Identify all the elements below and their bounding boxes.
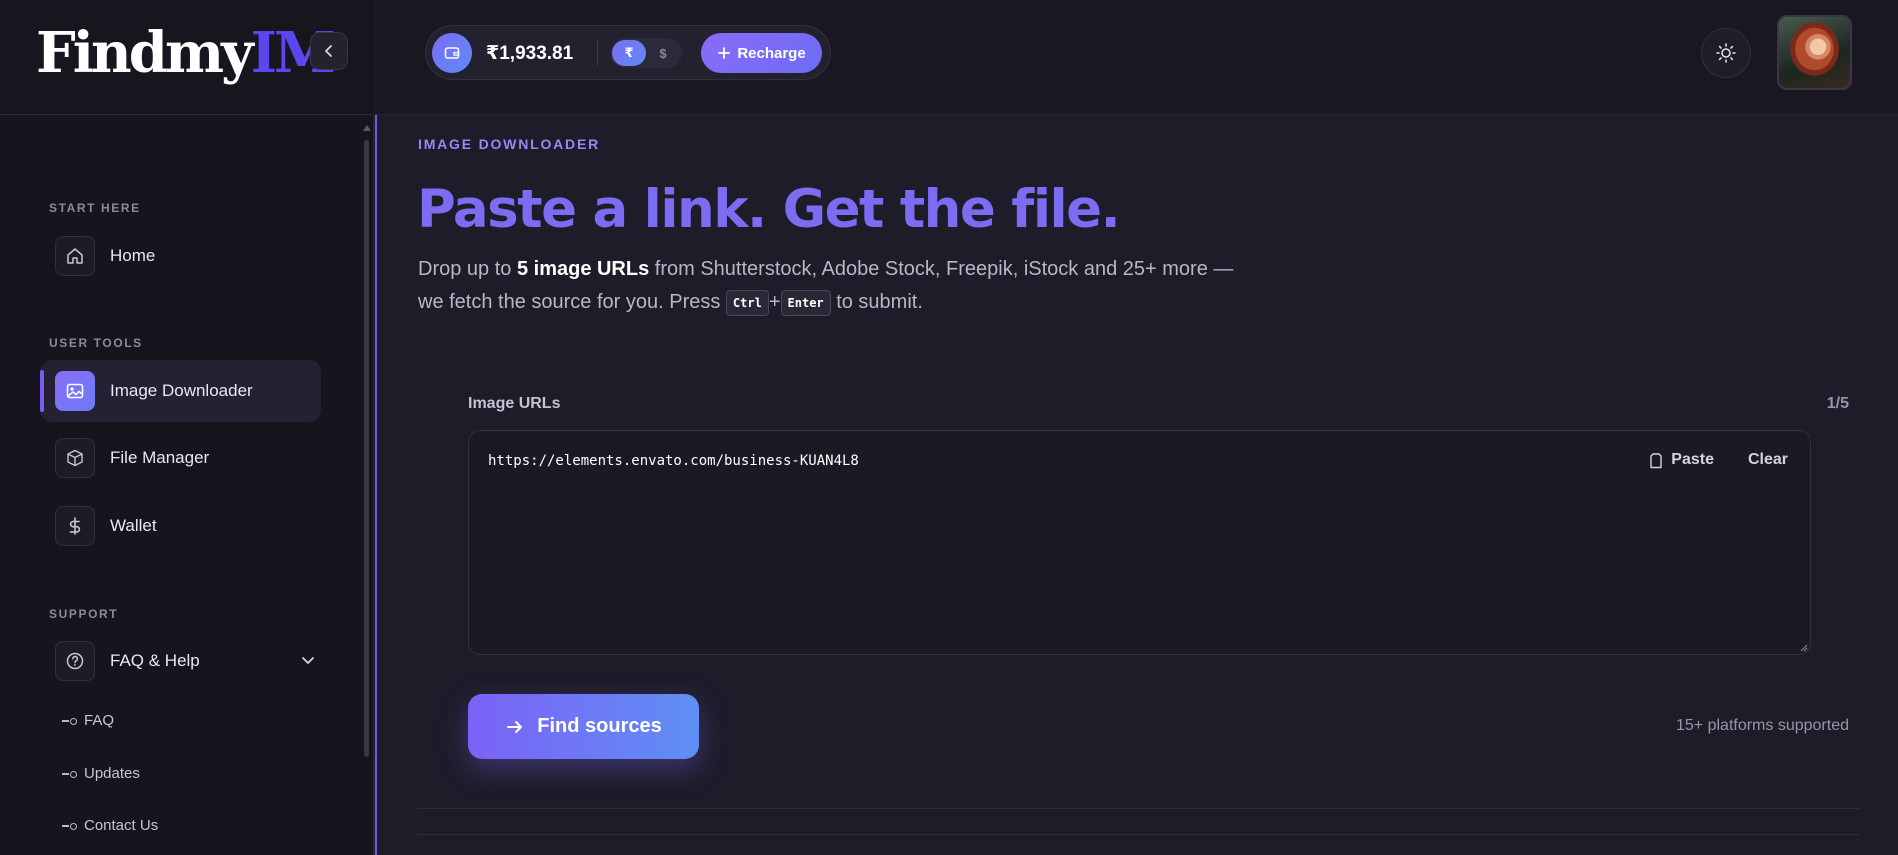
wallet-icon[interactable] xyxy=(432,33,472,73)
url-input-value[interactable] xyxy=(488,453,1388,469)
wallet-balance: ₹1,933.81 xyxy=(486,43,574,64)
kbd-enter: Enter xyxy=(780,289,831,316)
sidebar-item-wallet[interactable]: Wallet xyxy=(40,495,321,557)
clear-button[interactable]: Clear xyxy=(1748,451,1788,469)
brand-logo-part1: Findmy xyxy=(36,20,254,86)
bullet-icon xyxy=(62,822,77,830)
chevron-left-icon xyxy=(325,45,332,57)
sidebar-item-label: FAQ & Help xyxy=(110,651,200,670)
image-urls-textarea[interactable]: Paste Clear xyxy=(468,430,1811,655)
sidebar-subitem-label: FAQ xyxy=(84,712,115,729)
sidebar-subitem-label: Contact Us xyxy=(84,817,159,834)
sidebar-item-image-downloader[interactable]: Image Downloader xyxy=(40,360,321,422)
paste-button[interactable]: Paste xyxy=(1649,451,1714,469)
collapse-sidebar-button[interactable] xyxy=(310,32,348,70)
clear-label: Clear xyxy=(1747,451,1788,468)
page-title: Paste a link. Get the file. xyxy=(417,179,1121,240)
image-icon xyxy=(55,371,95,411)
currency-usd-option[interactable]: $ xyxy=(646,40,680,66)
box-icon xyxy=(55,438,95,478)
section-label-user-tools: USER TOOLS xyxy=(49,336,143,350)
brand-logo[interactable]: FindmyIMG xyxy=(36,18,336,88)
arrow-right-icon xyxy=(507,720,523,733)
chevron-down-icon[interactable] xyxy=(299,651,317,674)
currency-inr-option[interactable]: ₹ xyxy=(612,40,646,66)
theme-toggle-button[interactable] xyxy=(1701,28,1751,78)
help-circle-icon xyxy=(55,641,95,681)
paste-label: Paste xyxy=(1671,451,1714,468)
url-count: 1/5 xyxy=(1826,395,1849,412)
resize-handle-icon[interactable] xyxy=(1798,642,1808,652)
sidebar-subitem-label: Updates xyxy=(84,765,140,782)
platforms-supported: 15+ platforms supported xyxy=(1676,717,1849,734)
find-sources-label: Find sources xyxy=(537,715,662,737)
divider xyxy=(417,808,1860,809)
section-label-start-here: START HERE xyxy=(49,201,141,215)
currency-toggle[interactable]: ₹ $ xyxy=(610,38,682,68)
sidebar-subitem-contact-us[interactable]: Contact Us xyxy=(62,817,158,834)
wallet-pill: ₹1,933.81 ₹ $ Recharge xyxy=(425,25,831,80)
kbd-plus: + xyxy=(768,291,781,313)
clipboard-icon xyxy=(1650,452,1662,468)
sidebar-item-label: Home xyxy=(110,246,156,265)
sidebar-item-home[interactable]: Home xyxy=(40,225,321,287)
image-urls-label: Image URLs xyxy=(468,395,561,412)
sidebar-item-faq-help[interactable]: FAQ & Help xyxy=(40,630,321,692)
scroll-up-arrow[interactable] xyxy=(363,125,371,131)
divider xyxy=(417,834,1860,835)
dollar-icon xyxy=(55,506,95,546)
bullet-icon xyxy=(62,717,77,725)
sidebar-item-label: Image Downloader xyxy=(110,381,253,400)
avatar[interactable] xyxy=(1777,15,1852,90)
logo-bar: FindmyIMG xyxy=(0,0,374,115)
kbd-ctrl: Ctrl xyxy=(725,289,769,316)
page-description: Drop up to 5 image URLs from Shutterstoc… xyxy=(418,253,1238,319)
sidebar-scrollbar[interactable] xyxy=(364,140,369,757)
bullet-icon xyxy=(62,770,77,778)
page-eyebrow: IMAGE DOWNLOADER xyxy=(418,136,601,152)
sidebar: FindmyIMG START HERE Home USER TOOLS Ima… xyxy=(0,0,374,855)
home-icon xyxy=(55,236,95,276)
recharge-button[interactable]: Recharge xyxy=(701,33,822,73)
sidebar-item-label: Wallet xyxy=(110,516,157,535)
plus-icon xyxy=(718,47,731,59)
section-label-support: SUPPORT xyxy=(49,607,119,621)
sun-icon xyxy=(1716,43,1736,63)
recharge-label: Recharge xyxy=(737,44,806,62)
lead-emphasis: 5 image URLs xyxy=(516,258,650,280)
find-sources-button[interactable]: Find sources xyxy=(468,694,699,759)
divider xyxy=(597,40,598,66)
lead-text: Drop up to xyxy=(418,258,517,280)
lead-text: to submit. xyxy=(830,291,923,313)
sidebar-subitem-updates[interactable]: Updates xyxy=(62,765,140,782)
sidebar-item-label: File Manager xyxy=(110,448,210,467)
topbar: ₹1,933.81 ₹ $ Recharge xyxy=(375,0,1898,115)
sidebar-subitem-faq[interactable]: FAQ xyxy=(62,712,114,729)
sidebar-item-file-manager[interactable]: File Manager xyxy=(40,427,321,489)
main-content: IMAGE DOWNLOADER Paste a link. Get the f… xyxy=(375,115,1898,855)
